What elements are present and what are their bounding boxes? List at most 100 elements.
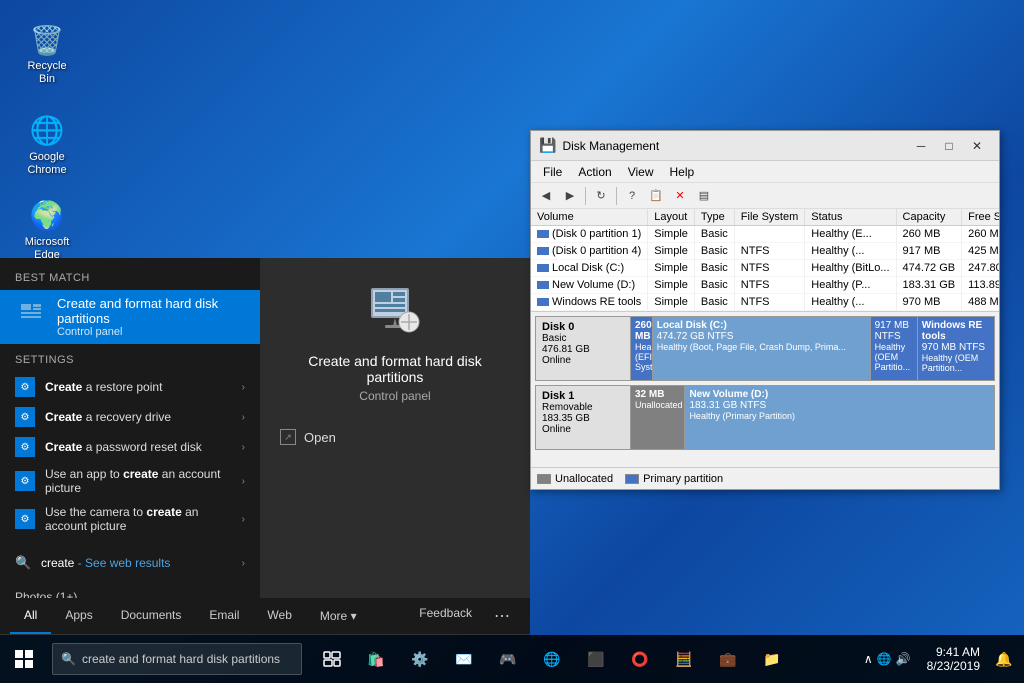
recovery-icon: ⚙ — [15, 407, 35, 427]
close-button[interactable]: ✕ — [963, 132, 991, 160]
desktop-icon-recycle-bin[interactable]: 🗑️ Recycle Bin — [15, 20, 79, 90]
xbox-icon-taskbar[interactable]: 🎮 — [486, 635, 530, 683]
menu-file[interactable]: File — [535, 163, 570, 181]
feedback-button[interactable]: Feedback — [407, 598, 484, 634]
web-query: create - See web results — [41, 556, 170, 570]
disk0-partitions: 260 MB Healthy (EFI Syste... Local Disk … — [631, 317, 994, 380]
calculator-icon-taskbar[interactable]: 🧮 — [662, 635, 706, 683]
toolbar-forward[interactable]: ▶ — [559, 185, 581, 207]
search-web-section: 🔍 create - See web results › — [0, 542, 260, 584]
table-row[interactable]: Local Disk (C:) Simple Basic NTFS Health… — [531, 260, 999, 277]
toolbar-back[interactable]: ◀ — [535, 185, 557, 207]
result-title: Create and format hard disk partitions — [57, 296, 245, 326]
disk1-part2[interactable]: New Volume (D:) 183.31 GB NTFS Healthy (… — [685, 386, 994, 449]
chevron-icon3: › — [242, 442, 245, 453]
toolbar-delete[interactable]: ✕ — [669, 185, 691, 207]
store-icon-taskbar[interactable]: 🛍️ — [354, 635, 398, 683]
toolbar-properties[interactable]: 📋 — [645, 185, 667, 207]
table-row[interactable]: Windows RE tools Simple Basic NTFS Healt… — [531, 294, 999, 311]
disk0-type: Basic — [542, 333, 624, 344]
table-row[interactable]: (Disk 0 partition 1) Simple Basic Health… — [531, 226, 999, 243]
legend-primary-box — [625, 474, 639, 484]
open-button[interactable]: ↗ Open — [280, 423, 336, 451]
disk0-part2[interactable]: Local Disk (C:) 474.72 GB NTFS Healthy (… — [653, 317, 871, 380]
settings-label: Settings — [15, 354, 245, 366]
window-titlebar: 💾 Disk Management ─ □ ✕ — [531, 131, 999, 161]
cortana-icon-taskbar[interactable]: ⭕ — [618, 635, 662, 683]
settings-item-camera[interactable]: ⚙ Use the camera to create an account pi… — [15, 500, 245, 538]
disk1-label: Disk 1 Removable 183.35 GB Online — [536, 386, 631, 449]
recycle-bin-label: Recycle Bin — [19, 60, 75, 86]
maximize-button[interactable]: □ — [935, 132, 963, 160]
volume-icon[interactable]: 🔊 — [896, 652, 911, 666]
disk1-name: Disk 1 — [542, 390, 624, 402]
col-status[interactable]: Status — [805, 209, 896, 226]
folder-icon-taskbar[interactable]: 📁 — [750, 635, 794, 683]
network-icon[interactable]: 🌐 — [877, 652, 892, 666]
terminal-icon-taskbar[interactable]: ⬛ — [574, 635, 618, 683]
window-toolbar: ◀ ▶ ↻ ? 📋 ✕ ▤ — [531, 183, 999, 209]
start-button[interactable] — [0, 635, 48, 683]
col-fs[interactable]: File System — [734, 209, 804, 226]
search-result-item[interactable]: Create and format hard disk partitions C… — [0, 290, 260, 344]
chrome-label: Google Chrome — [19, 151, 75, 177]
clock[interactable]: 9:41 AM 8/23/2019 — [919, 645, 988, 673]
tab-web[interactable]: Web — [253, 598, 305, 634]
tab-all[interactable]: All — [10, 598, 51, 634]
settings-item-recovery[interactable]: ⚙ Create a recovery drive › — [15, 402, 245, 432]
right-panel-title: Create and format hard disk partitions — [280, 353, 510, 385]
chevron-tray[interactable]: ∧ — [864, 652, 873, 666]
tab-more[interactable]: More ▾ — [306, 598, 371, 634]
menu-help[interactable]: Help — [662, 163, 703, 181]
disk0-part3[interactable]: 917 MB NTFS Healthy (OEM Partitio... — [871, 317, 918, 380]
toolbar-format[interactable]: ▤ — [693, 185, 715, 207]
photos-section[interactable]: Photos (1+) — [0, 584, 260, 598]
notification-button[interactable]: 🔔 — [988, 635, 1020, 683]
table-row[interactable]: New Volume (D:) Simple Basic NTFS Health… — [531, 277, 999, 294]
col-free[interactable]: Free Sp... — [962, 209, 999, 226]
chevron-icon6: › — [242, 558, 245, 569]
search-tabs: All Apps Documents Email Web More ▾ Feed… — [0, 598, 530, 635]
more-options-button[interactable]: ⋯ — [484, 598, 520, 634]
toolbar-refresh[interactable]: ↻ — [590, 185, 612, 207]
disk0-part1[interactable]: 260 MB Healthy (EFI Syste... — [631, 317, 653, 380]
col-volume[interactable]: Volume — [531, 209, 648, 226]
chrome-icon: 🌐 — [30, 114, 65, 147]
taskbar-search[interactable]: 🔍 create and format hard disk partitions — [52, 643, 302, 675]
menu-action[interactable]: Action — [570, 163, 619, 181]
minimize-button[interactable]: ─ — [907, 132, 935, 160]
edge-icon-taskbar[interactable]: 🌐 — [530, 635, 574, 683]
col-layout[interactable]: Layout — [648, 209, 695, 226]
disk1-size: 183.35 GB — [542, 413, 624, 424]
disk0-part4[interactable]: Windows RE tools 970 MB NTFS Healthy (OE… — [918, 317, 994, 380]
teams-icon-taskbar[interactable]: 💼 — [706, 635, 750, 683]
legend-unallocated: Unallocated — [537, 473, 613, 485]
settings-icon-taskbar[interactable]: ⚙️ — [398, 635, 442, 683]
settings-item-app[interactable]: ⚙ Use an app to create an account pictur… — [15, 462, 245, 500]
web-search-item[interactable]: 🔍 create - See web results › — [15, 550, 245, 576]
settings-item-restore[interactable]: ⚙ Create a restore point › — [15, 372, 245, 402]
desktop-icon-chrome[interactable]: 🌐 Google Chrome — [15, 110, 79, 181]
menu-view[interactable]: View — [620, 163, 662, 181]
taskview-button[interactable] — [310, 635, 354, 683]
col-capacity[interactable]: Capacity — [896, 209, 962, 226]
table-row[interactable]: (Disk 0 partition 4) Simple Basic NTFS H… — [531, 243, 999, 260]
col-type[interactable]: Type — [694, 209, 734, 226]
tab-documents[interactable]: Documents — [107, 598, 196, 634]
tab-email[interactable]: Email — [195, 598, 253, 634]
camera-icon: ⚙ — [15, 509, 35, 529]
desktop-icon-edge[interactable]: 🌍 Microsoft Edge — [15, 195, 79, 266]
mail-icon-taskbar[interactable]: ✉️ — [442, 635, 486, 683]
toolbar-help[interactable]: ? — [621, 185, 643, 207]
disk1-row: Disk 1 Removable 183.35 GB Online 32 MB … — [535, 385, 995, 450]
chevron-icon2: › — [242, 412, 245, 423]
right-panel-subtitle: Control panel — [359, 389, 430, 403]
chevron-icon: › — [242, 382, 245, 393]
toolbar-sep2 — [616, 187, 617, 205]
disk-legend: Unallocated Primary partition — [531, 467, 999, 489]
tab-apps[interactable]: Apps — [51, 598, 106, 634]
settings-item-password[interactable]: ⚙ Create a password reset disk › — [15, 432, 245, 462]
disk1-part1[interactable]: 32 MB Unallocated — [631, 386, 685, 449]
disk1-type: Removable — [542, 402, 624, 413]
legend-primary: Primary partition — [625, 473, 723, 485]
